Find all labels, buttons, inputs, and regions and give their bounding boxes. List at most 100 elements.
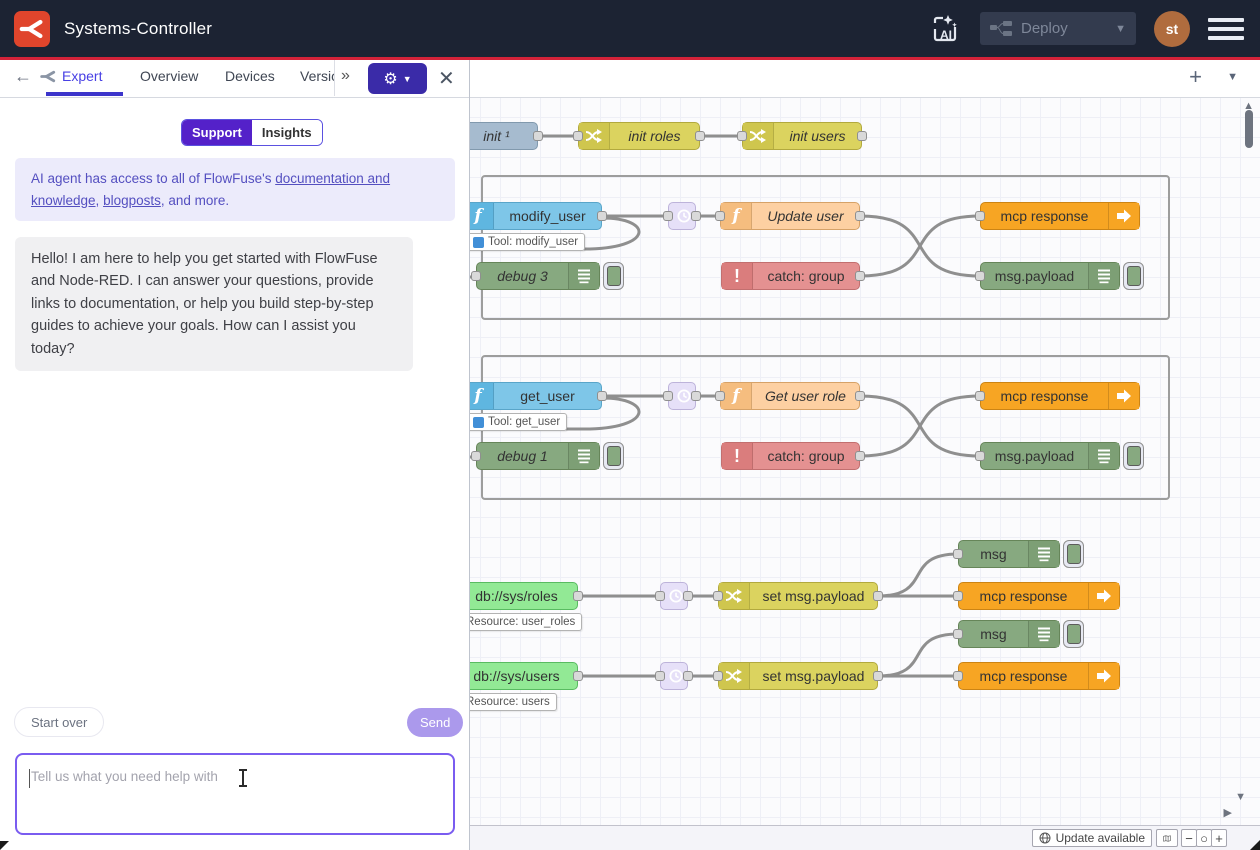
accent-divider	[0, 57, 1260, 60]
list-icon	[568, 263, 599, 289]
node-init_roles[interactable]: init roles	[578, 122, 700, 150]
node-port	[713, 591, 723, 601]
node-port	[953, 591, 963, 601]
ibeam-cursor	[242, 771, 244, 785]
tab-versions[interactable]: Versions	[300, 68, 334, 84]
node-port	[713, 671, 723, 681]
debug-toggle-button[interactable]	[1123, 262, 1144, 290]
node-port	[683, 671, 693, 681]
node-debug3[interactable]: debug 3	[476, 262, 600, 290]
node-label: Update user	[752, 203, 859, 229]
debug-toggle-button[interactable]	[603, 262, 624, 290]
node-mcp3[interactable]: mcp response	[980, 382, 1140, 410]
vertical-scrollbar-thumb[interactable]	[1245, 110, 1253, 148]
node-port	[975, 391, 985, 401]
assistant-message: Hello! I am here to help you get started…	[15, 237, 413, 371]
node-port	[655, 671, 665, 681]
zoom-in-button[interactable]: +	[1211, 829, 1227, 847]
node-label: Get user role	[752, 383, 859, 409]
chevron-down-icon: ▼	[403, 74, 412, 84]
deploy-button[interactable]: Deploy ▼	[980, 12, 1136, 45]
node-label: catch: group	[753, 263, 859, 289]
node-port	[975, 451, 985, 461]
wire	[878, 554, 958, 596]
node-get_role[interactable]: fGet user role	[720, 382, 860, 410]
node-catch2[interactable]: !catch: group	[721, 262, 860, 290]
node-debug1[interactable]: debug 1	[476, 442, 600, 470]
deploy-nodes-icon	[990, 21, 1012, 36]
node-mcp4[interactable]: mcp response	[958, 582, 1120, 610]
node-init_users[interactable]: init users	[742, 122, 862, 150]
map-icon	[1163, 833, 1171, 844]
node-get_user[interactable]: fget_user	[462, 382, 602, 410]
node-msg4[interactable]: msg	[958, 540, 1060, 568]
ai-assistant-button[interactable]: AI	[926, 11, 962, 47]
update-icon	[1039, 832, 1051, 844]
scroll-right-arrow[interactable]: ▶	[1224, 806, 1232, 819]
node-port	[855, 211, 865, 221]
add-flow-button[interactable]: +	[1189, 64, 1202, 90]
zoom-reset-button[interactable]: ○	[1196, 829, 1212, 847]
start-over-button[interactable]: Start over	[14, 707, 104, 737]
debug-toggle-button[interactable]	[1123, 442, 1144, 470]
blogposts-link[interactable]: blogposts	[103, 193, 161, 208]
tool-icon	[473, 417, 484, 428]
node-label: get_user	[494, 383, 601, 409]
node-msgpayload3[interactable]: msg.payload	[980, 442, 1120, 470]
node-port	[855, 271, 865, 281]
tab-overview[interactable]: Overview	[140, 68, 198, 84]
toggle-support[interactable]: Support	[182, 120, 252, 145]
node-label: mcp response	[959, 663, 1088, 689]
debug-toggle-button[interactable]	[603, 442, 624, 470]
node-setp4[interactable]: set msg.payload	[718, 582, 878, 610]
list-icon	[1088, 263, 1119, 289]
node-label: mcp response	[981, 383, 1108, 409]
shuffle-icon	[743, 123, 774, 149]
node-port	[715, 391, 725, 401]
node-msg5[interactable]: msg	[958, 620, 1060, 648]
node-port	[855, 391, 865, 401]
node-label: mcp response	[981, 203, 1108, 229]
tab-devices[interactable]: Devices	[225, 68, 275, 84]
zoom-out-button[interactable]: −	[1181, 829, 1197, 847]
node-label: modify_user	[494, 203, 601, 229]
send-button[interactable]: Send	[407, 708, 463, 737]
node-modify_user[interactable]: fmodify_user	[462, 202, 602, 230]
tab-expert[interactable]: Expert	[40, 68, 102, 84]
back-button[interactable]: ←	[14, 66, 32, 87]
update-available-button[interactable]: Update available	[1032, 829, 1152, 847]
node-catch3[interactable]: !catch: group	[721, 442, 860, 470]
node-port	[695, 131, 705, 141]
deploy-caret-icon[interactable]: ▼	[1115, 23, 1126, 35]
node-db_roles[interactable]: db://sys/roles	[455, 582, 578, 610]
chat-input[interactable]	[15, 753, 455, 835]
expand-tabs-button[interactable]: »	[341, 67, 350, 85]
debug-toggle-button[interactable]	[1063, 540, 1084, 568]
node-update_user[interactable]: fUpdate user	[720, 202, 860, 230]
assistant-settings-button[interactable]: ⚙ ▼	[368, 63, 427, 94]
list-icon	[1028, 621, 1059, 647]
debug-toggle-button[interactable]	[1063, 620, 1084, 648]
node-port	[573, 591, 583, 601]
excl-icon: !	[722, 443, 753, 469]
node-label: debug 1	[477, 443, 568, 469]
ai-icon: AI	[926, 11, 962, 47]
node-badge: Tool: modify_user	[466, 233, 585, 251]
flowfuse-logo-icon	[19, 16, 45, 42]
node-msgpayload2[interactable]: msg.payload	[980, 262, 1120, 290]
close-panel-button[interactable]: ✕	[438, 66, 455, 91]
resize-corner[interactable]	[1250, 840, 1260, 850]
node-mcp5[interactable]: mcp response	[958, 662, 1120, 690]
main-menu-button[interactable]	[1208, 18, 1244, 40]
node-setp5[interactable]: set msg.payload	[718, 662, 878, 690]
node-port	[471, 271, 481, 281]
node-mcp2[interactable]: mcp response	[980, 202, 1140, 230]
user-avatar[interactable]: st	[1154, 11, 1190, 47]
flow-list-caret-icon[interactable]: ▼	[1227, 71, 1238, 83]
list-icon	[1028, 541, 1059, 567]
navigator-button[interactable]	[1156, 829, 1178, 847]
scroll-down-arrow[interactable]: ▼	[1235, 791, 1246, 803]
toggle-insights[interactable]: Insights	[252, 120, 322, 145]
node-port	[953, 671, 963, 681]
node-db_users[interactable]: db://sys/users	[455, 662, 578, 690]
